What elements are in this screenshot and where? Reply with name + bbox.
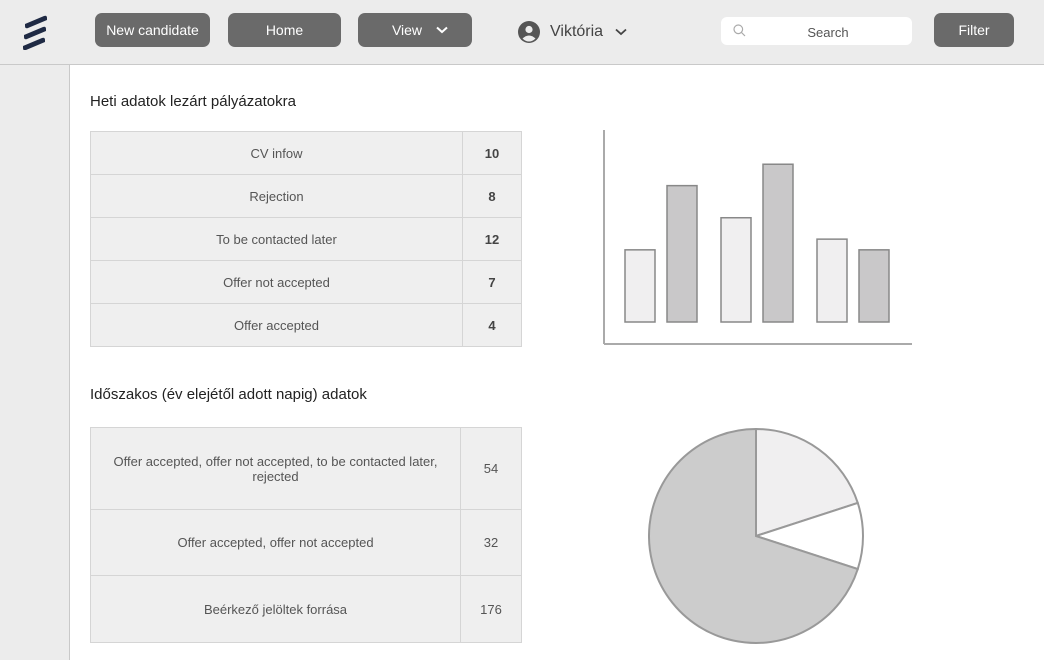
avatar-icon [518, 21, 540, 43]
row-value: 7 [462, 260, 522, 304]
row-value: 32 [460, 509, 522, 576]
user-menu[interactable]: Viktória [518, 19, 627, 45]
row-label: To be contacted later [90, 217, 463, 261]
table-row: Rejection 8 [90, 174, 522, 218]
filter-label: Filter [958, 22, 990, 38]
row-label: CV infow [90, 131, 463, 175]
filter-button[interactable]: Filter [934, 13, 1014, 47]
search-input[interactable] [751, 17, 905, 47]
user-name: Viktória [550, 23, 604, 40]
row-label: Offer accepted, offer not accepted, to b… [90, 427, 461, 510]
row-value: 12 [462, 217, 522, 261]
row-value: 176 [460, 575, 522, 643]
row-label: Rejection [90, 174, 463, 218]
period-pie-chart [648, 427, 864, 644]
home-label: Home [265, 22, 304, 38]
table-row: To be contacted later 12 [90, 217, 522, 261]
bar-3 [720, 216, 752, 323]
row-label: Offer accepted, offer not accepted [90, 509, 461, 576]
row-value: 8 [462, 174, 522, 218]
ericsson-logo-icon[interactable] [22, 14, 48, 50]
row-label: Beérkező jelöltek forrása [90, 575, 461, 643]
table-row: Beérkező jelöltek forrása 176 [90, 575, 522, 643]
weekly-stats-table: CV infow 10 Rejection 8 To be contacted … [90, 131, 522, 347]
period-section-title: Időszakos (év elejétől adott napig) adat… [90, 386, 367, 403]
row-value: 4 [462, 303, 522, 347]
table-row: Offer not accepted 7 [90, 260, 522, 304]
weekly-bar-chart [603, 130, 912, 345]
period-stats-table: Offer accepted, offer not accepted, to b… [90, 427, 522, 643]
new-candidate-label: New candidate [106, 22, 199, 38]
new-candidate-button[interactable]: New candidate [95, 13, 210, 47]
row-value: 54 [460, 427, 522, 510]
row-value: 10 [462, 131, 522, 175]
view-dropdown-button[interactable]: View [358, 13, 472, 47]
table-row: CV infow 10 [90, 131, 522, 175]
top-bar: New candidate Home View Viktória Filter [0, 0, 1044, 65]
table-row: Offer accepted, offer not accepted, to b… [90, 427, 522, 510]
chevron-down-icon [615, 28, 627, 36]
search-icon [733, 24, 746, 37]
bar-1 [624, 249, 656, 323]
chevron-down-icon [436, 26, 448, 34]
bar-6 [858, 249, 890, 323]
bar-5 [816, 238, 848, 323]
bar-4 [762, 163, 794, 323]
sidebar [0, 65, 70, 660]
row-label: Offer not accepted [90, 260, 463, 304]
weekly-section-title: Heti adatok lezárt pályázatokra [90, 93, 296, 110]
row-label: Offer accepted [90, 303, 463, 347]
search-box[interactable] [721, 17, 912, 47]
table-row: Offer accepted 4 [90, 303, 522, 347]
bar-2 [666, 184, 698, 323]
home-button[interactable]: Home [228, 13, 341, 47]
view-label: View [391, 22, 423, 38]
table-row: Offer accepted, offer not accepted 32 [90, 509, 522, 576]
main-content: Heti adatok lezárt pályázatokra CV infow… [70, 65, 1044, 660]
